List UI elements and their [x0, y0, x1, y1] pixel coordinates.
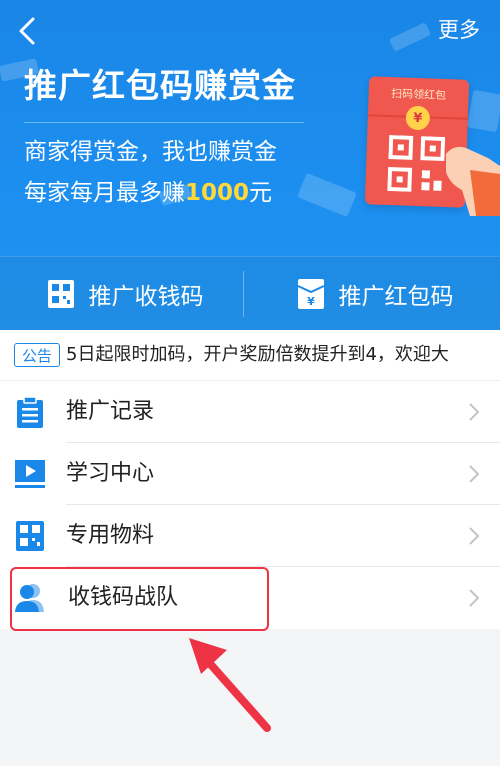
promote-payment-code-label: 推广收钱码 — [88, 284, 204, 310]
header-banner: 更多 推广红包码赚赏金 商家得赏金，我也赚赏金 每家每月最多赚1000元 扫码领… — [0, 0, 500, 330]
menu-item-payment-code-team[interactable]: 收钱码战队 — [0, 567, 500, 629]
qr-code-icon — [16, 521, 44, 551]
menu-item-label: 学习中心 — [66, 461, 155, 486]
action-divider — [243, 271, 244, 317]
annotation-arrow-icon — [189, 638, 271, 732]
decor-shard — [297, 172, 357, 218]
menu-item-label: 专用物料 — [66, 523, 155, 548]
menu-item-label: 推广记录 — [66, 399, 155, 424]
chevron-right-icon — [469, 589, 480, 607]
promote-red-envelope-code-label: 推广红包码 — [338, 284, 454, 310]
envelope-coin-icon: ¥ — [405, 105, 431, 131]
chevron-left-icon — [19, 17, 35, 45]
decor-shard — [466, 89, 500, 133]
chevron-right-icon — [469, 403, 480, 421]
qr-code-icon — [47, 280, 74, 308]
title-divider — [24, 122, 304, 123]
reward-amount: 1000 — [185, 180, 250, 206]
promote-payment-code-button[interactable]: 推广收钱码 — [0, 257, 250, 330]
subtitle-line-2: 每家每月最多赚1000元 — [24, 177, 272, 209]
qr-code-icon — [387, 135, 446, 192]
action-bar: 推广收钱码 ¥ 推广红包码 — [0, 256, 500, 330]
menu-item-promotion-records[interactable]: 推广记录 — [0, 381, 500, 443]
top-bar: 更多 — [0, 0, 500, 64]
back-button[interactable] — [12, 14, 42, 48]
team-icon — [15, 584, 44, 612]
svg-text:¥: ¥ — [307, 295, 315, 308]
promote-red-envelope-code-button[interactable]: ¥ 推广红包码 — [250, 257, 500, 330]
menu-item-dedicated-materials[interactable]: 专用物料 — [0, 505, 500, 567]
menu-list: 推广记录 学习中心 专用物料 收钱码战队 — [0, 381, 500, 629]
announcement-bar[interactable]: 公告 5日起限时加码，开户奖励倍数提升到4，欢迎大 — [0, 330, 500, 381]
announcement-badge: 公告 — [14, 343, 60, 367]
video-play-icon — [15, 460, 45, 488]
hand-illustration — [446, 146, 500, 216]
subtitle-prefix: 每家每月最多赚 — [24, 180, 185, 206]
menu-item-learning-center[interactable]: 学习中心 — [0, 443, 500, 505]
red-envelope-icon: ¥ — [297, 279, 324, 309]
subtitle-suffix: 元 — [249, 180, 273, 206]
chevron-right-icon — [469, 465, 480, 483]
subtitle-line-1: 商家得赏金，我也赚赏金 — [24, 139, 277, 165]
envelope-label: 扫码领红包 — [390, 87, 447, 102]
clipboard-icon — [17, 396, 43, 428]
more-button[interactable]: 更多 — [438, 16, 480, 44]
announcement-text: 5日起限时加码，开户奖励倍数提升到4，欢迎大 — [66, 344, 449, 365]
page-title: 推广红包码赚赏金 — [24, 66, 296, 105]
menu-item-label: 收钱码战队 — [68, 585, 179, 610]
chevron-right-icon — [469, 527, 480, 545]
